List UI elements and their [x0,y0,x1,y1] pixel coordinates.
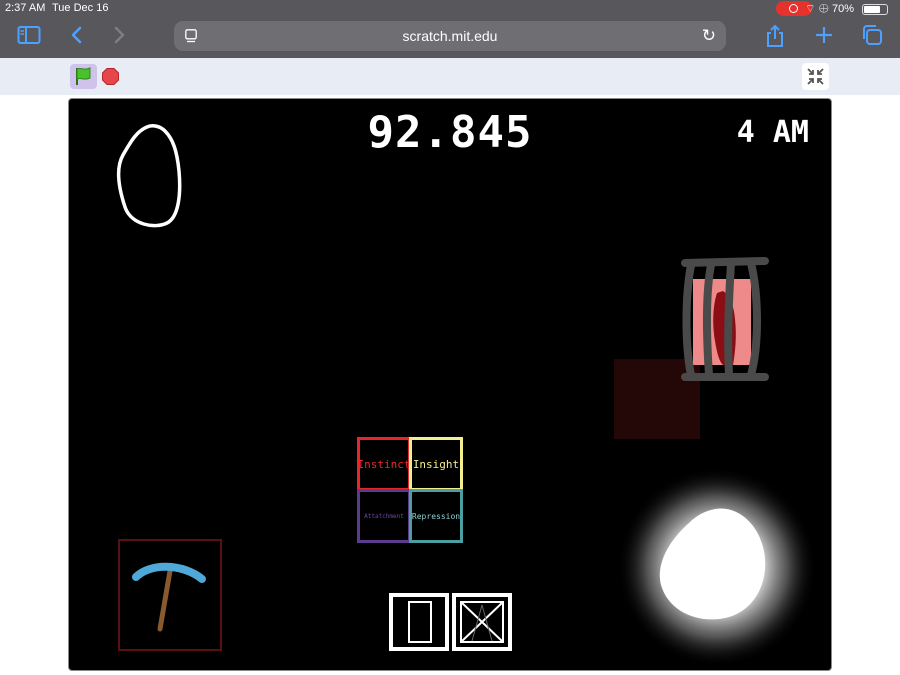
choice-insight[interactable]: Insight [409,437,463,491]
address-bar[interactable]: scratch.mit.edu ↻ [174,21,726,51]
pickaxe-icon [132,562,206,632]
new-tab-icon[interactable] [810,24,838,52]
night-clock: 4 AM [736,115,809,150]
scratch-stage-header [0,58,900,95]
tabs-icon[interactable] [858,24,886,52]
close-crossed-button[interactable] [452,593,512,651]
sidebar-icon[interactable] [15,24,43,52]
back-icon[interactable] [62,24,90,52]
choice-attachment[interactable]: Attatchment [357,489,411,543]
door-button[interactable] [389,593,449,651]
green-flag-icon [76,67,91,85]
choice-repression[interactable]: Repression [409,489,463,543]
battery-icon [862,4,888,15]
shrink-icon[interactable] [802,63,829,90]
status-time: 2:37 AM [5,2,46,14]
battery-percent: 70% [831,3,854,15]
forward-icon[interactable] [106,24,134,52]
browser-toolbar: scratch.mit.edu ↻ [0,18,900,58]
reload-icon[interactable]: ↻ [702,26,716,46]
caged-figure-sprite[interactable] [679,257,771,385]
game-stage[interactable]: 92.845 4 AM Instinct Insight Attatchment… [68,98,832,671]
crossed-box-icon [460,601,504,643]
crystal-outline-sprite[interactable] [109,121,189,233]
orientation-lock-icon: ⊕ [818,3,829,15]
pickaxe-slot[interactable] [118,539,222,651]
url-text[interactable]: scratch.mit.edu [174,28,726,44]
stop-icon[interactable] [102,68,119,85]
door-icon [408,601,432,643]
wifi-icon: ⌔ [805,3,816,15]
choice-instinct[interactable]: Instinct [357,437,411,491]
glowing-light-sprite[interactable] [617,467,817,667]
status-bar: 2:37 AM Tue Dec 16 ⌔ ⊕ 70% [0,0,900,18]
choice-grid: Instinct Insight Attatchment Repression [357,437,463,543]
status-date: Tue Dec 16 [52,2,109,14]
green-flag-button[interactable] [70,64,97,89]
status-right: ⌔ ⊕ 70% [805,2,854,16]
share-icon[interactable] [761,24,789,52]
